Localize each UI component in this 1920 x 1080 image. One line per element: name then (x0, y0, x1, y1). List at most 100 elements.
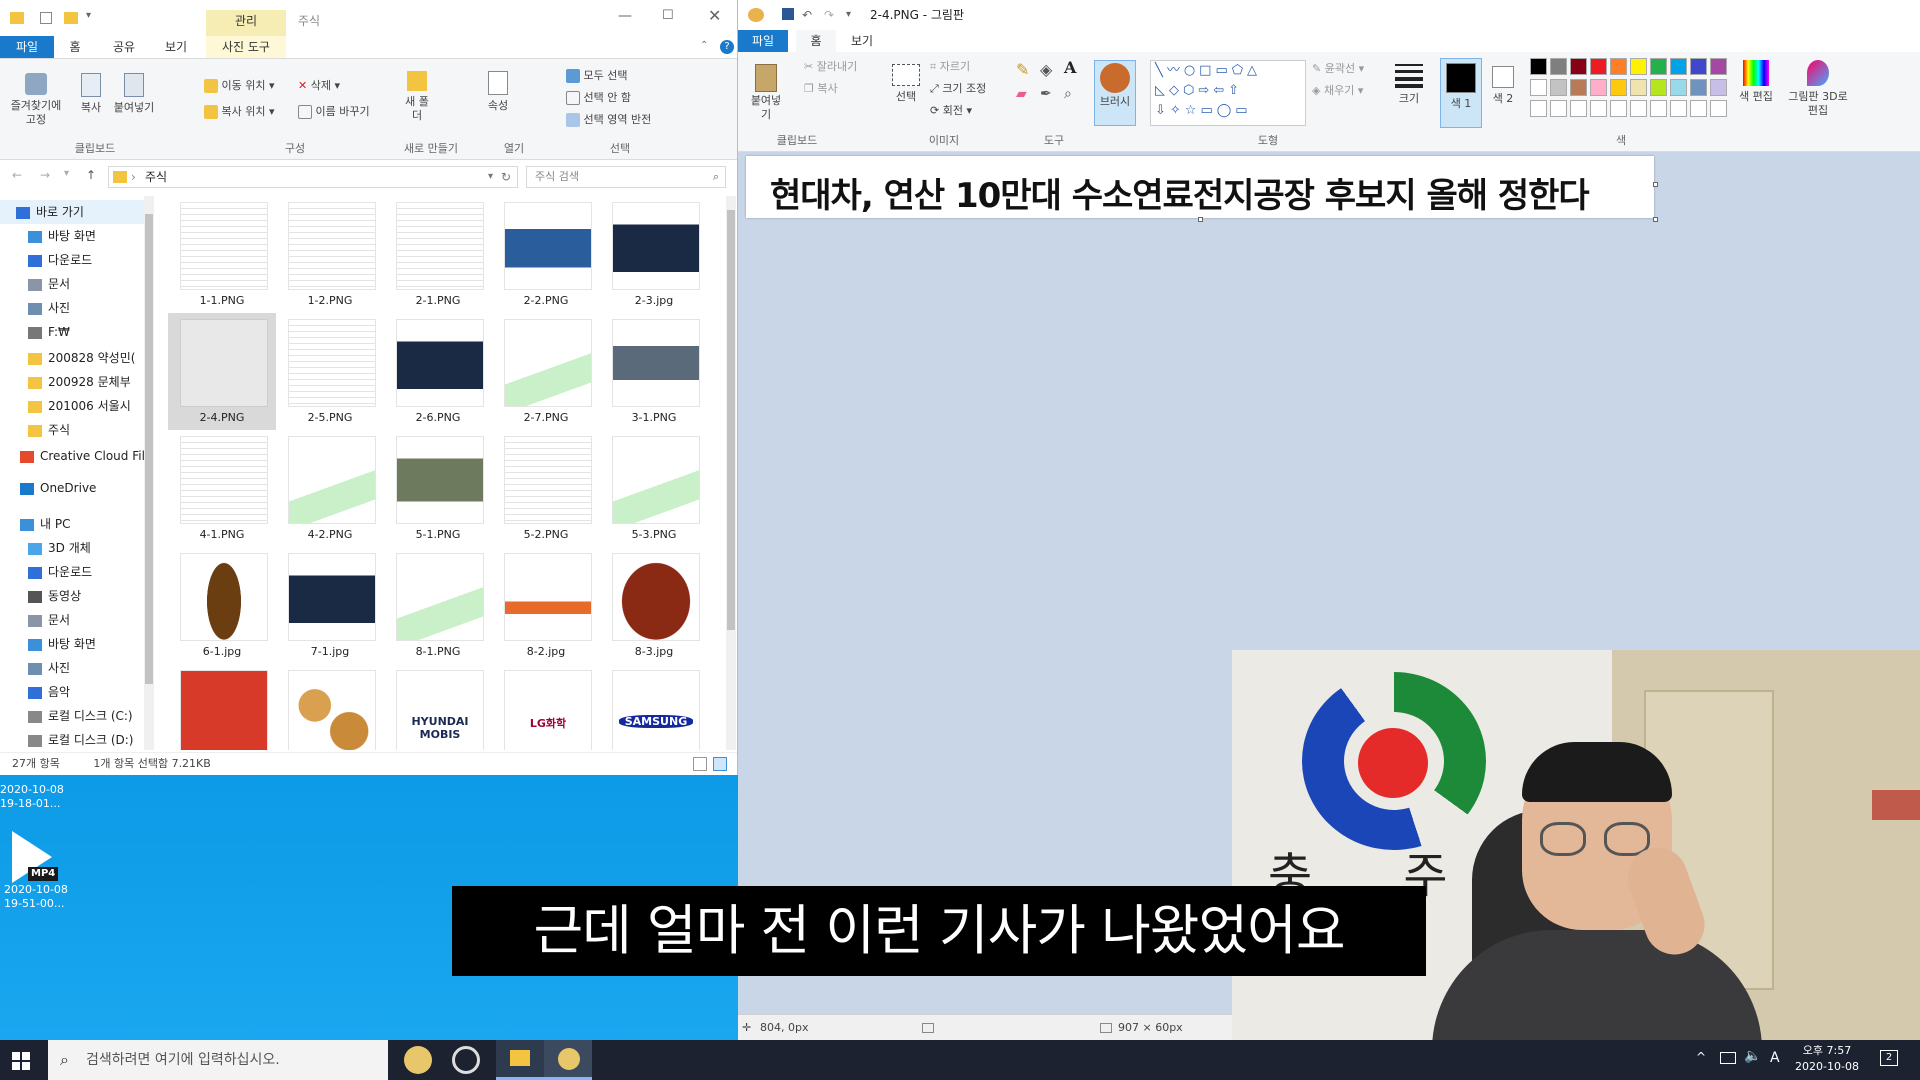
maximize-button[interactable]: ☐ (662, 8, 674, 23)
chevron-down-icon[interactable]: ▾ (488, 167, 493, 187)
color-swatch[interactable] (1710, 79, 1727, 96)
large-icons-view-icon[interactable] (713, 757, 727, 771)
color-swatch[interactable] (1670, 58, 1687, 75)
color-swatch[interactable] (1570, 79, 1587, 96)
properties-icon[interactable] (40, 12, 52, 24)
file-item[interactable]: 8-1.PNG (384, 547, 492, 664)
ime-indicator[interactable]: A (1770, 1050, 1780, 1066)
color-swatch[interactable] (1690, 79, 1707, 96)
resize-handle[interactable] (1198, 217, 1203, 222)
file-item[interactable] (276, 664, 384, 750)
properties-button[interactable]: 속성 (484, 71, 512, 113)
crop-button[interactable]: ⌗ 자르기 (930, 60, 970, 74)
paint3d-button[interactable]: 그림판 3D로 편집 (1788, 60, 1848, 118)
file-item[interactable]: 5-3.PNG (600, 430, 708, 547)
nav-item[interactable]: 바탕 화면 (0, 224, 145, 248)
rename-button[interactable]: 이름 바꾸기 (298, 105, 370, 119)
nav-item[interactable]: 다운로드 (0, 560, 145, 584)
file-item[interactable]: 1-2.PNG (276, 196, 384, 313)
file-item[interactable]: 8-2.jpg (492, 547, 600, 664)
file-item[interactable]: 5-1.PNG (384, 430, 492, 547)
chevron-down-icon[interactable]: ▾ (846, 0, 851, 30)
tab-file[interactable]: 파일 (0, 36, 54, 58)
copy-to-button[interactable]: 복사 위치 ▾ (204, 105, 275, 119)
file-item[interactable]: 2-4.PNG (168, 313, 276, 430)
nav-item[interactable]: 200828 약성민( (0, 346, 145, 370)
color-swatch[interactable] (1630, 79, 1647, 96)
color-swatch[interactable] (1590, 58, 1607, 75)
color-swatch[interactable] (1570, 100, 1587, 117)
desktop-file-1[interactable]: 2020-10-08 19-18-01... (0, 783, 80, 811)
nav-item[interactable]: 로컬 디스크 (D:) (0, 728, 145, 750)
tab-file[interactable]: 파일 (738, 30, 788, 52)
files-scrollbar[interactable] (726, 196, 736, 750)
magnifier-icon[interactable]: ⌕ (1064, 86, 1072, 102)
desktop-video-file[interactable]: MP4 2020-10-08 19-51-00... (4, 831, 84, 911)
nav-item[interactable]: 동영상 (0, 584, 145, 608)
tab-view[interactable]: 보기 (156, 36, 196, 58)
obs-taskbar-icon[interactable] (452, 1046, 480, 1074)
redo-icon[interactable]: ↷ (824, 0, 834, 30)
file-item[interactable]: 7-1.jpg (276, 547, 384, 664)
file-item[interactable]: 5-2.PNG (492, 430, 600, 547)
nav-item[interactable]: 201006 서울시 (0, 394, 145, 418)
nav-item[interactable]: 200928 문체부 (0, 370, 145, 394)
color-swatch[interactable] (1610, 58, 1627, 75)
nav-item[interactable]: F:₩ (0, 320, 145, 344)
tab-share[interactable]: 공유 (104, 36, 144, 58)
color-picker-icon[interactable]: ✒ (1040, 86, 1052, 102)
color-swatch[interactable] (1650, 58, 1667, 75)
color-swatch[interactable] (1590, 100, 1607, 117)
color-swatch[interactable] (1710, 100, 1727, 117)
select-all-button[interactable]: 모두 선택 (566, 69, 627, 83)
color-swatch[interactable] (1610, 79, 1627, 96)
nav-item[interactable]: 문서 (0, 608, 145, 632)
nav-scrollbar[interactable] (144, 196, 154, 750)
explorer-taskbar-button[interactable] (496, 1040, 544, 1080)
size-button[interactable]: 크기 (1394, 64, 1424, 106)
file-item[interactable]: 6-1.jpg (168, 547, 276, 664)
file-item[interactable]: 3-1.PNG (600, 313, 708, 430)
nav-item[interactable]: OneDrive (0, 476, 145, 500)
paste-button[interactable]: 붙여넣기 (746, 64, 786, 122)
back-arrow-icon[interactable]: ← (12, 168, 22, 182)
file-item[interactable]: 1-1.PNG (168, 196, 276, 313)
nav-item[interactable]: 바탕 화면 (0, 632, 145, 656)
select-none-button[interactable]: 선택 안 함 (566, 91, 631, 105)
color-swatch[interactable] (1630, 58, 1647, 75)
windows-start-icon[interactable] (12, 1052, 30, 1070)
search-input[interactable]: 주식 검색 ⌕ (526, 166, 726, 188)
nav-item[interactable]: 3D 개체 (0, 536, 145, 560)
tab-home[interactable]: 홈 (60, 36, 90, 58)
color-swatch[interactable] (1630, 100, 1647, 117)
resize-button[interactable]: ⤢ 크기 조정 (930, 82, 986, 96)
up-arrow-icon[interactable]: ↑ (86, 168, 96, 182)
address-bar[interactable]: › 주식 ▾ ↻ (108, 166, 518, 188)
color-swatch[interactable] (1650, 100, 1667, 117)
file-item[interactable]: 2-3.jpg (600, 196, 708, 313)
color-swatch[interactable] (1590, 79, 1607, 96)
color-swatch[interactable] (1670, 79, 1687, 96)
delete-button[interactable]: ✕ 삭제 ▾ (298, 79, 340, 93)
color-swatch[interactable] (1550, 79, 1567, 96)
fill-icon[interactable]: ◈ (1040, 60, 1052, 79)
paint-canvas[interactable]: 현대차, 연산 10만대 수소연료전지공장 후보지 올해 정한다 (746, 156, 1658, 222)
eraser-icon[interactable]: ▰ (1016, 86, 1027, 102)
nav-item[interactable]: 내 PC (0, 512, 145, 536)
tab-picture-tools[interactable]: 사진 도구 (206, 36, 286, 58)
files-scrollbar-thumb[interactable] (727, 210, 735, 630)
shapes-gallery[interactable]: ╲〰○□▭⬠△ ◺◇⬡⇨⇦⇧ ⇩✧☆▭◯▭ (1150, 60, 1306, 126)
color-swatch[interactable] (1530, 100, 1547, 117)
nav-scrollbar-thumb[interactable] (145, 214, 153, 684)
help-icon[interactable]: ? (720, 40, 734, 54)
resize-handle[interactable] (1653, 217, 1658, 222)
minimize-button[interactable]: — (618, 8, 632, 24)
chevron-down-icon[interactable]: ▾ (64, 168, 69, 179)
undo-icon[interactable]: ↶ (802, 0, 812, 30)
nav-item[interactable]: 음악 (0, 680, 145, 704)
move-to-button[interactable]: 이동 위치 ▾ (204, 79, 275, 93)
file-item[interactable]: SAMSUNG (600, 664, 708, 750)
color1-button[interactable]: 색 1 (1440, 58, 1482, 128)
resize-handle[interactable] (1653, 182, 1658, 187)
chevron-up-icon[interactable]: ^ (1696, 1050, 1706, 1064)
